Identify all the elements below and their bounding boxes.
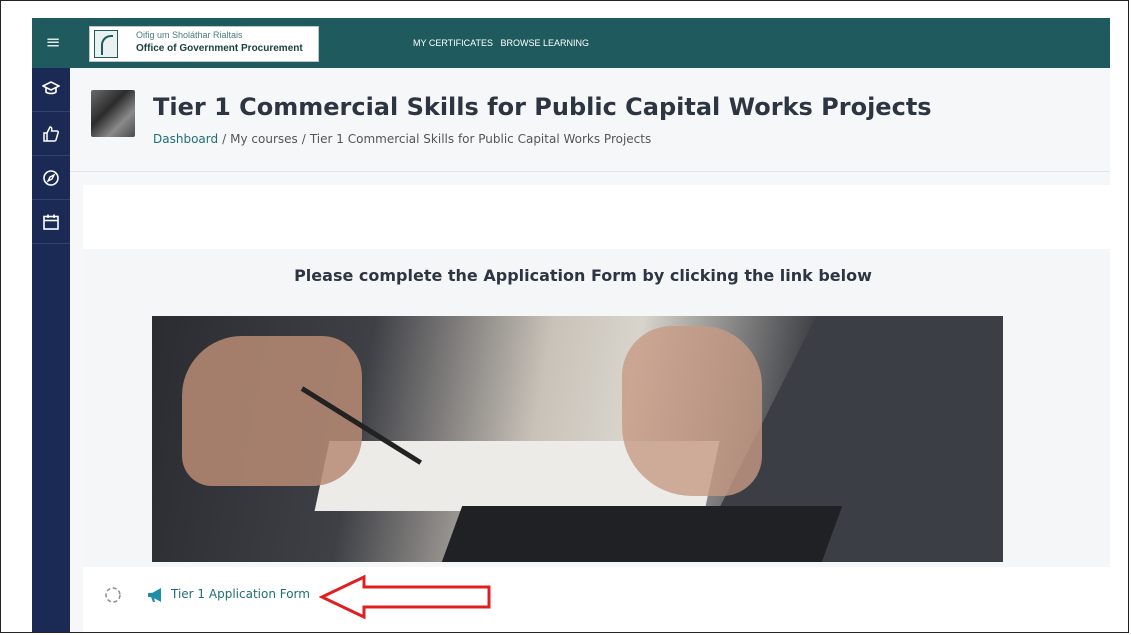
megaphone-icon <box>148 588 161 602</box>
site-logo[interactable]: Oifig um Sholáthar Rialtais Office of Go… <box>89 26 319 62</box>
breadcrumb-my-courses[interactable]: My courses <box>230 132 298 146</box>
logo-english-text: Office of Government Procurement <box>136 43 303 54</box>
breadcrumb-current-course: Tier 1 Commercial Skills for Public Capi… <box>309 132 652 146</box>
compass-icon <box>43 170 59 186</box>
page-title: Tier 1 Commercial Skills for Public Capi… <box>153 93 932 121</box>
breadcrumb-dashboard[interactable]: Dashboard <box>153 132 218 146</box>
completion-status-icon[interactable] <box>104 586 122 604</box>
screenshot-frame: ≡ Oifig um Sholáthar Rialtais Office of … <box>0 0 1129 633</box>
course-banner-image <box>152 316 1003 562</box>
sidebar-item-explore[interactable] <box>32 156 70 200</box>
sidebar-item-recommended[interactable] <box>32 112 70 156</box>
calendar-icon <box>43 214 59 230</box>
tier1-application-form-link[interactable]: Tier 1 Application Form <box>171 587 310 601</box>
breadcrumb-separator: / <box>301 132 306 146</box>
thumbs-up-icon <box>43 126 59 142</box>
nav-my-certificates[interactable]: MY CERTIFICATES <box>413 38 493 48</box>
sidebar-item-calendar[interactable] <box>32 200 70 244</box>
nav-browse-learning[interactable]: BROWSE LEARNING <box>501 38 590 48</box>
sidebar-item-courses[interactable] <box>32 68 70 112</box>
harp-logo-icon <box>94 30 118 58</box>
breadcrumb-separator: / <box>222 132 227 146</box>
hamburger-menu-icon[interactable]: ≡ <box>34 18 72 68</box>
section-heading: Please complete the Application Form by … <box>294 266 872 285</box>
top-nav-links: MY CERTIFICATES BROWSE LEARNING <box>413 18 594 68</box>
course-thumbnail <box>91 90 135 137</box>
breadcrumb: Dashboard / My courses / Tier 1 Commercial S… <box>153 132 651 146</box>
graduation-cap-icon <box>42 81 60 95</box>
red-arrow-annotation <box>319 574 491 620</box>
left-sidebar <box>32 68 70 632</box>
logo-irish-text: Oifig um Sholáthar Rialtais <box>136 30 243 40</box>
